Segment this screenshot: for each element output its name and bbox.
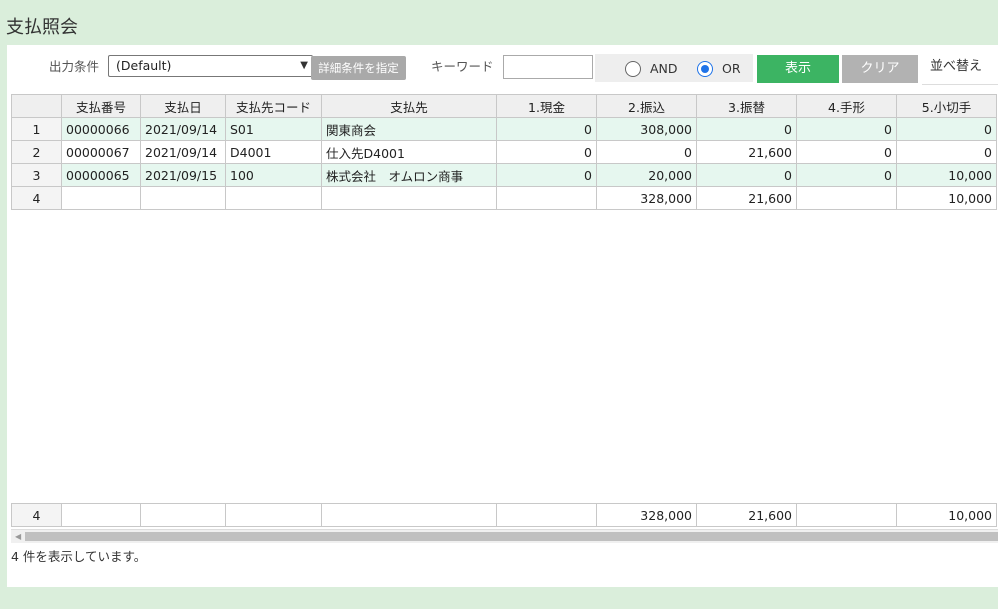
- cell-account-transfer: 21,600: [696, 186, 797, 210]
- cell-account-transfer: 0: [696, 117, 797, 141]
- scrollbar-thumb[interactable]: [25, 532, 998, 541]
- cell-payee: [321, 186, 497, 210]
- totals-cell: [225, 503, 322, 527]
- table-row[interactable]: 4 328,000 21,600 10,000: [11, 186, 997, 210]
- header-index[interactable]: [11, 94, 62, 118]
- sort-button[interactable]: 並べ替え: [922, 55, 998, 85]
- keyword-input[interactable]: [503, 55, 593, 79]
- cell-payee: 株式会社 オムロン商事: [321, 163, 497, 187]
- status-text: 4 件を表示しています。: [11, 549, 147, 564]
- cell-transfer: 20,000: [596, 163, 697, 187]
- header-payment-date[interactable]: 支払日: [140, 94, 226, 118]
- show-button[interactable]: 表示: [757, 55, 839, 83]
- cell-transfer: 0: [596, 140, 697, 164]
- header-cash[interactable]: 1.現金: [496, 94, 597, 118]
- output-condition-select[interactable]: (Default) ▼: [108, 55, 313, 77]
- cell-payment-date: 2021/09/14: [140, 117, 226, 141]
- cell-payment-number: 00000066: [61, 117, 141, 141]
- totals-check: 10,000: [896, 503, 997, 527]
- clear-button[interactable]: クリア: [842, 55, 918, 83]
- keyword-label: キーワード: [431, 59, 494, 74]
- row-index: 2: [11, 140, 62, 164]
- radio-and[interactable]: [625, 61, 641, 77]
- cell-payment-number: [61, 186, 141, 210]
- output-condition-label: 出力条件: [49, 59, 100, 74]
- cell-cash: 0: [496, 117, 597, 141]
- radio-or-label: OR: [722, 61, 741, 76]
- cell-bill: [796, 186, 897, 210]
- cell-payment-number: 00000067: [61, 140, 141, 164]
- totals-count: 4: [11, 503, 62, 527]
- radio-or[interactable]: [697, 61, 713, 77]
- header-transfer[interactable]: 2.振込: [596, 94, 697, 118]
- cell-account-transfer: 21,600: [696, 140, 797, 164]
- header-bill[interactable]: 4.手形: [796, 94, 897, 118]
- row-index: 4: [11, 186, 62, 210]
- cell-bill: 0: [796, 117, 897, 141]
- table-row[interactable]: 2 00000067 2021/09/14 D4001 仕入先D4001 0 0…: [11, 140, 997, 164]
- radio-and-label: AND: [650, 61, 678, 76]
- main-panel: 出力条件 (Default) ▼ 詳細条件を指定 キーワード AND OR 表示…: [7, 45, 998, 587]
- cell-bill: 0: [796, 163, 897, 187]
- header-payment-number[interactable]: 支払番号: [61, 94, 141, 118]
- totals-bill: [796, 503, 897, 527]
- cell-account-transfer: 0: [696, 163, 797, 187]
- detail-condition-button[interactable]: 詳細条件を指定: [311, 56, 406, 80]
- chevron-down-icon: ▼: [300, 60, 308, 71]
- cell-payee-code: 100: [225, 163, 322, 187]
- cell-payment-date: 2021/09/15: [140, 163, 226, 187]
- cell-payee-code: S01: [225, 117, 322, 141]
- table-row[interactable]: 3 00000065 2021/09/15 100 株式会社 オムロン商事 0 …: [11, 163, 997, 187]
- header-payee[interactable]: 支払先: [321, 94, 497, 118]
- cell-payment-date: [140, 186, 226, 210]
- cell-check: 10,000: [896, 186, 997, 210]
- output-condition-value: (Default): [116, 58, 172, 73]
- cell-payment-date: 2021/09/14: [140, 140, 226, 164]
- page-title: 支払照会: [6, 17, 78, 38]
- cell-payee: 関東商会: [321, 117, 497, 141]
- totals-cash: [496, 503, 597, 527]
- cell-payee: 仕入先D4001: [321, 140, 497, 164]
- table-row[interactable]: 1 00000066 2021/09/14 S01 関東商会 0 308,000…: [11, 117, 997, 141]
- cell-cash: [496, 186, 597, 210]
- totals-cell: [321, 503, 497, 527]
- cell-payee-code: D4001: [225, 140, 322, 164]
- cell-cash: 0: [496, 140, 597, 164]
- cell-bill: 0: [796, 140, 897, 164]
- cell-cash: 0: [496, 163, 597, 187]
- cell-payee-code: [225, 186, 322, 210]
- cell-transfer: 308,000: [596, 117, 697, 141]
- header-payee-code[interactable]: 支払先コード: [225, 94, 322, 118]
- cell-payment-number: 00000065: [61, 163, 141, 187]
- cell-check: 0: [896, 117, 997, 141]
- totals-cell: [140, 503, 226, 527]
- totals-transfer: 328,000: [596, 503, 697, 527]
- header-check[interactable]: 5.小切手: [896, 94, 997, 118]
- and-or-radio-group: AND OR: [595, 54, 753, 82]
- totals-row: 4 328,000 21,600 10,000: [11, 503, 997, 527]
- payment-table: 支払番号 支払日 支払先コード 支払先 1.現金 2.振込 3.振替 4.手形 …: [11, 94, 997, 210]
- totals-account-transfer: 21,600: [696, 503, 797, 527]
- cell-check: 10,000: [896, 163, 997, 187]
- totals-table: 4 328,000 21,600 10,000: [11, 503, 997, 527]
- header-account-transfer[interactable]: 3.振替: [696, 94, 797, 118]
- arrow-left-icon[interactable]: ◀: [15, 530, 21, 543]
- totals-cell: [61, 503, 141, 527]
- cell-transfer: 328,000: [596, 186, 697, 210]
- horizontal-scrollbar[interactable]: ◀: [11, 529, 998, 543]
- table-header-row: 支払番号 支払日 支払先コード 支払先 1.現金 2.振込 3.振替 4.手形 …: [11, 94, 997, 118]
- row-index: 1: [11, 117, 62, 141]
- cell-check: 0: [896, 140, 997, 164]
- row-index: 3: [11, 163, 62, 187]
